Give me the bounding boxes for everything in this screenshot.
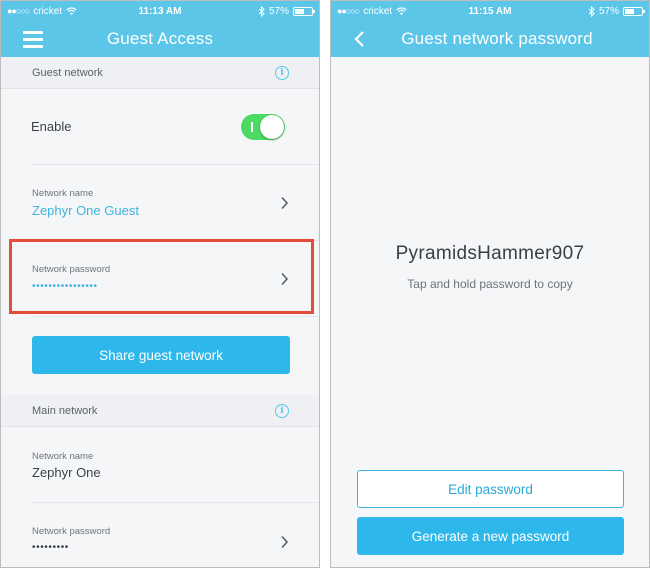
password-display-area: PyramidsHammer907 Tap and hold password … bbox=[331, 57, 649, 567]
toggle-knob bbox=[260, 114, 284, 139]
highlight-box bbox=[9, 239, 314, 314]
share-guest-network-button[interactable]: Share guest network bbox=[32, 336, 290, 374]
info-icon[interactable]: i bbox=[275, 403, 289, 418]
page-title: Guest network password bbox=[401, 29, 593, 48]
edit-password-button[interactable]: Edit password bbox=[357, 470, 624, 508]
status-bar: ●●○○○ cricket 11:15 AM 57% bbox=[331, 1, 649, 21]
battery-percent: 57% bbox=[268, 5, 289, 17]
main-network-name-row: Network name Zephyr One bbox=[31, 427, 319, 503]
main-network-section-header: Main network i bbox=[1, 395, 319, 427]
toggle-on-mark bbox=[251, 121, 253, 132]
section-title: Main network bbox=[32, 404, 98, 417]
network-password-label: Network password bbox=[32, 526, 111, 537]
enable-label: Enable bbox=[31, 119, 72, 134]
copy-hint: Tap and hold password to copy bbox=[407, 277, 573, 291]
back-chevron-icon[interactable] bbox=[351, 29, 369, 49]
battery-percent: 57% bbox=[598, 5, 619, 17]
guest-password-text[interactable]: PyramidsHammer907 bbox=[331, 243, 649, 265]
status-bar: ●●○○○ cricket 11:13 AM 57% bbox=[1, 1, 319, 21]
bluetooth-icon bbox=[258, 5, 265, 17]
battery-level bbox=[625, 8, 635, 14]
guest-access-screen: ●●○○○ cricket 11:13 AM 57% Guest Access … bbox=[0, 0, 320, 568]
enable-row: Enable bbox=[31, 89, 319, 165]
chevron-right-icon bbox=[281, 196, 289, 210]
menu-icon[interactable] bbox=[23, 31, 43, 48]
network-password-value: ••••••••• bbox=[32, 542, 69, 553]
generate-password-button[interactable]: Generate a new password bbox=[357, 517, 624, 555]
nav-bar: Guest network password bbox=[331, 21, 649, 57]
section-title: Guest network bbox=[32, 66, 103, 79]
battery-level bbox=[295, 8, 305, 14]
chevron-right-icon bbox=[281, 535, 289, 549]
nav-bar: Guest Access bbox=[1, 21, 319, 57]
guest-network-password-screen: ●●○○○ cricket 11:15 AM 57% Guest network… bbox=[330, 0, 650, 568]
battery-icon bbox=[293, 6, 315, 16]
guest-network-section-header: Guest network i bbox=[1, 57, 319, 89]
info-icon[interactable]: i bbox=[275, 65, 289, 80]
network-name-value: Zephyr One bbox=[32, 465, 101, 480]
bluetooth-icon bbox=[588, 5, 595, 17]
network-name-label: Network name bbox=[32, 188, 94, 199]
battery-icon bbox=[623, 6, 645, 16]
network-name-value: Zephyr One Guest bbox=[32, 203, 139, 218]
main-network-password-row[interactable]: Network password ••••••••• bbox=[31, 503, 319, 567]
enable-toggle[interactable] bbox=[241, 113, 285, 140]
network-name-label: Network name bbox=[32, 451, 94, 462]
guest-network-name-row[interactable]: Network name Zephyr One Guest bbox=[31, 165, 319, 241]
page-title: Guest Access bbox=[106, 29, 214, 48]
